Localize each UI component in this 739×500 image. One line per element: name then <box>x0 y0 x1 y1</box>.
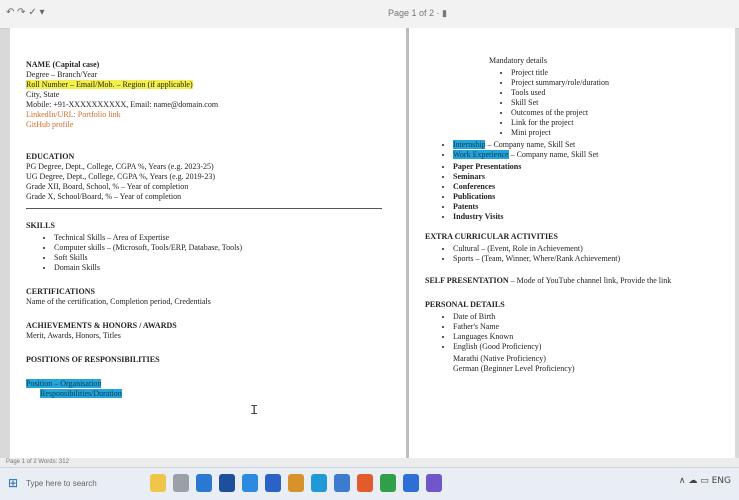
activities-list: Paper Presentations Seminars Conferences… <box>425 162 671 222</box>
project-item: Project summary/role/duration <box>511 78 671 88</box>
app-icon[interactable] <box>219 474 235 492</box>
resume-name: NAME (Capital case) <box>26 60 100 69</box>
resume-degree: Degree – Branch/Year <box>26 70 98 79</box>
personal-item: Father's Name <box>453 322 671 332</box>
resume-page-left: NAME (Capital case) Degree – Branch/Year… <box>10 28 406 458</box>
app-icon[interactable] <box>357 474 373 492</box>
skill-item: Computer skills – (Microsoft, Tools/ERP,… <box>54 243 382 253</box>
app-icon[interactable] <box>288 474 304 492</box>
activity-item: Paper Presentations <box>453 162 671 172</box>
education-line: PG Degree, Dept., College, CGPA %, Years… <box>26 162 214 171</box>
achievements-title: ACHIEVEMENTS & HONORS / AWARDS <box>26 321 177 330</box>
extra-title: EXTRA CURRICULAR ACTIVITIES <box>425 232 558 241</box>
personal-list: Date of Birth Father's Name Languages Kn… <box>425 312 671 352</box>
quick-access-toolbar[interactable]: ↶ ↷ ✓ ▾ <box>6 7 45 18</box>
resume-linkedin: LinkedIn/URL: Portfolio link <box>26 110 121 119</box>
status-text: Page 1 of 2 Words: 312 <box>6 459 69 465</box>
positions-title: POSITIONS OF RESPONSIBILITIES <box>26 355 160 364</box>
activity-item: Conferences <box>453 182 671 192</box>
extra-item: Cultural – (Event, Role in Achievement) <box>453 244 671 254</box>
project-item: Link for the project <box>511 118 671 128</box>
taskbar-app-icons <box>150 474 442 492</box>
personal-item: Languages Known <box>453 332 671 342</box>
education-line: Grade XII, Board, School, % – Year of co… <box>26 182 189 191</box>
activity-item: Patents <box>453 202 671 212</box>
education-line: Grade X, School/Board, % – Year of compl… <box>26 192 182 201</box>
section-divider <box>26 208 382 209</box>
internship-highlight: Internship <box>453 140 486 149</box>
mandatory-label: Mandatory details <box>489 56 547 65</box>
resume-contact: Mobile: +91-XXXXXXXXXX, Email: name@doma… <box>26 100 219 109</box>
education-line: UG Degree, Dept., College, CGPA %, Years… <box>26 172 216 181</box>
skill-item: Technical Skills – Area of Expertise <box>54 233 382 243</box>
personal-title: PERSONAL DETAILS <box>425 300 505 309</box>
activity-item: Seminars <box>453 172 671 182</box>
activity-item: Publications <box>453 192 671 202</box>
certifications-title: CERTIFICATIONS <box>26 287 95 296</box>
certifications-text: Name of the certification, Completion pe… <box>26 297 211 306</box>
project-item: Outcomes of the project <box>511 108 671 118</box>
app-icon[interactable] <box>150 474 166 492</box>
app-icon[interactable] <box>334 474 350 492</box>
self-title: SELF PRESENTATION <box>425 276 509 285</box>
text-cursor-icon: I <box>250 403 259 419</box>
project-item: Skill Set <box>511 98 671 108</box>
page-indicator: Page 1 of 2 · ▮ <box>388 8 447 18</box>
taskbar-search-input[interactable]: Type here to search <box>26 476 138 492</box>
positions-highlight: Position – Organisation <box>26 379 102 388</box>
app-icon[interactable] <box>426 474 442 492</box>
project-item: Mini project <box>511 128 671 138</box>
skills-list: Technical Skills – Area of Expertise Com… <box>26 233 382 273</box>
extra-item: Sports – (Team, Winner, Where/Rank Achie… <box>453 254 671 264</box>
app-icon[interactable] <box>311 474 327 492</box>
work-experience-detail: – Company name, Skill Set <box>508 150 599 159</box>
resume-highlight-line: Roll Number – Email/Mob. – Region (if ap… <box>26 80 193 89</box>
system-tray[interactable]: ∧ ☁ ▭ ENG <box>679 476 731 486</box>
app-icon[interactable] <box>173 474 189 492</box>
achievements-text: Merit, Awards, Honors, Titles <box>26 331 121 340</box>
app-icon[interactable] <box>380 474 396 492</box>
self-text: – Mode of YouTube channel link, Provide … <box>510 276 672 285</box>
skill-item: Domain Skills <box>54 263 382 273</box>
extra-list: Cultural – (Event, Role in Achievement) … <box>425 244 671 264</box>
document-toolbar: ↶ ↷ ✓ ▾ Page 1 of 2 · ▮ <box>0 0 739 29</box>
app-icon[interactable] <box>196 474 212 492</box>
resume-city: City, State <box>26 90 60 99</box>
project-list: Project title Project summary/role/durat… <box>425 68 671 138</box>
experience-list: Internship – Company name, Skill Set Wor… <box>425 140 671 160</box>
activity-item: Industry Visits <box>453 212 671 222</box>
positions-highlight: Responsibilities/Duration <box>40 389 122 398</box>
app-icon[interactable] <box>403 474 419 492</box>
skills-title: SKILLS <box>26 221 55 230</box>
education-title: EDUCATION <box>26 152 75 161</box>
app-icon[interactable] <box>265 474 281 492</box>
skill-item: Soft Skills <box>54 253 382 263</box>
project-item: Project title <box>511 68 671 78</box>
taskbar: ⊞ Type here to search ∧ ☁ ▭ ENG <box>0 467 739 500</box>
personal-item: Date of Birth <box>453 312 671 322</box>
language-line: German (Beginner Level Proficiency) <box>453 364 575 373</box>
project-item: Tools used <box>511 88 671 98</box>
windows-start-icon[interactable]: ⊞ <box>8 476 22 490</box>
resume-page-right: Mandatory details Project title Project … <box>409 28 735 458</box>
internship-detail: – Company name, Skill Set <box>485 140 576 149</box>
app-icon[interactable] <box>242 474 258 492</box>
resume-github: GitHub profile <box>26 120 74 129</box>
work-experience-highlight: Work Experience <box>453 150 509 159</box>
language-line: Marathi (Native Proficiency) <box>453 354 546 363</box>
personal-item: English (Good Proficiency) <box>453 342 671 352</box>
